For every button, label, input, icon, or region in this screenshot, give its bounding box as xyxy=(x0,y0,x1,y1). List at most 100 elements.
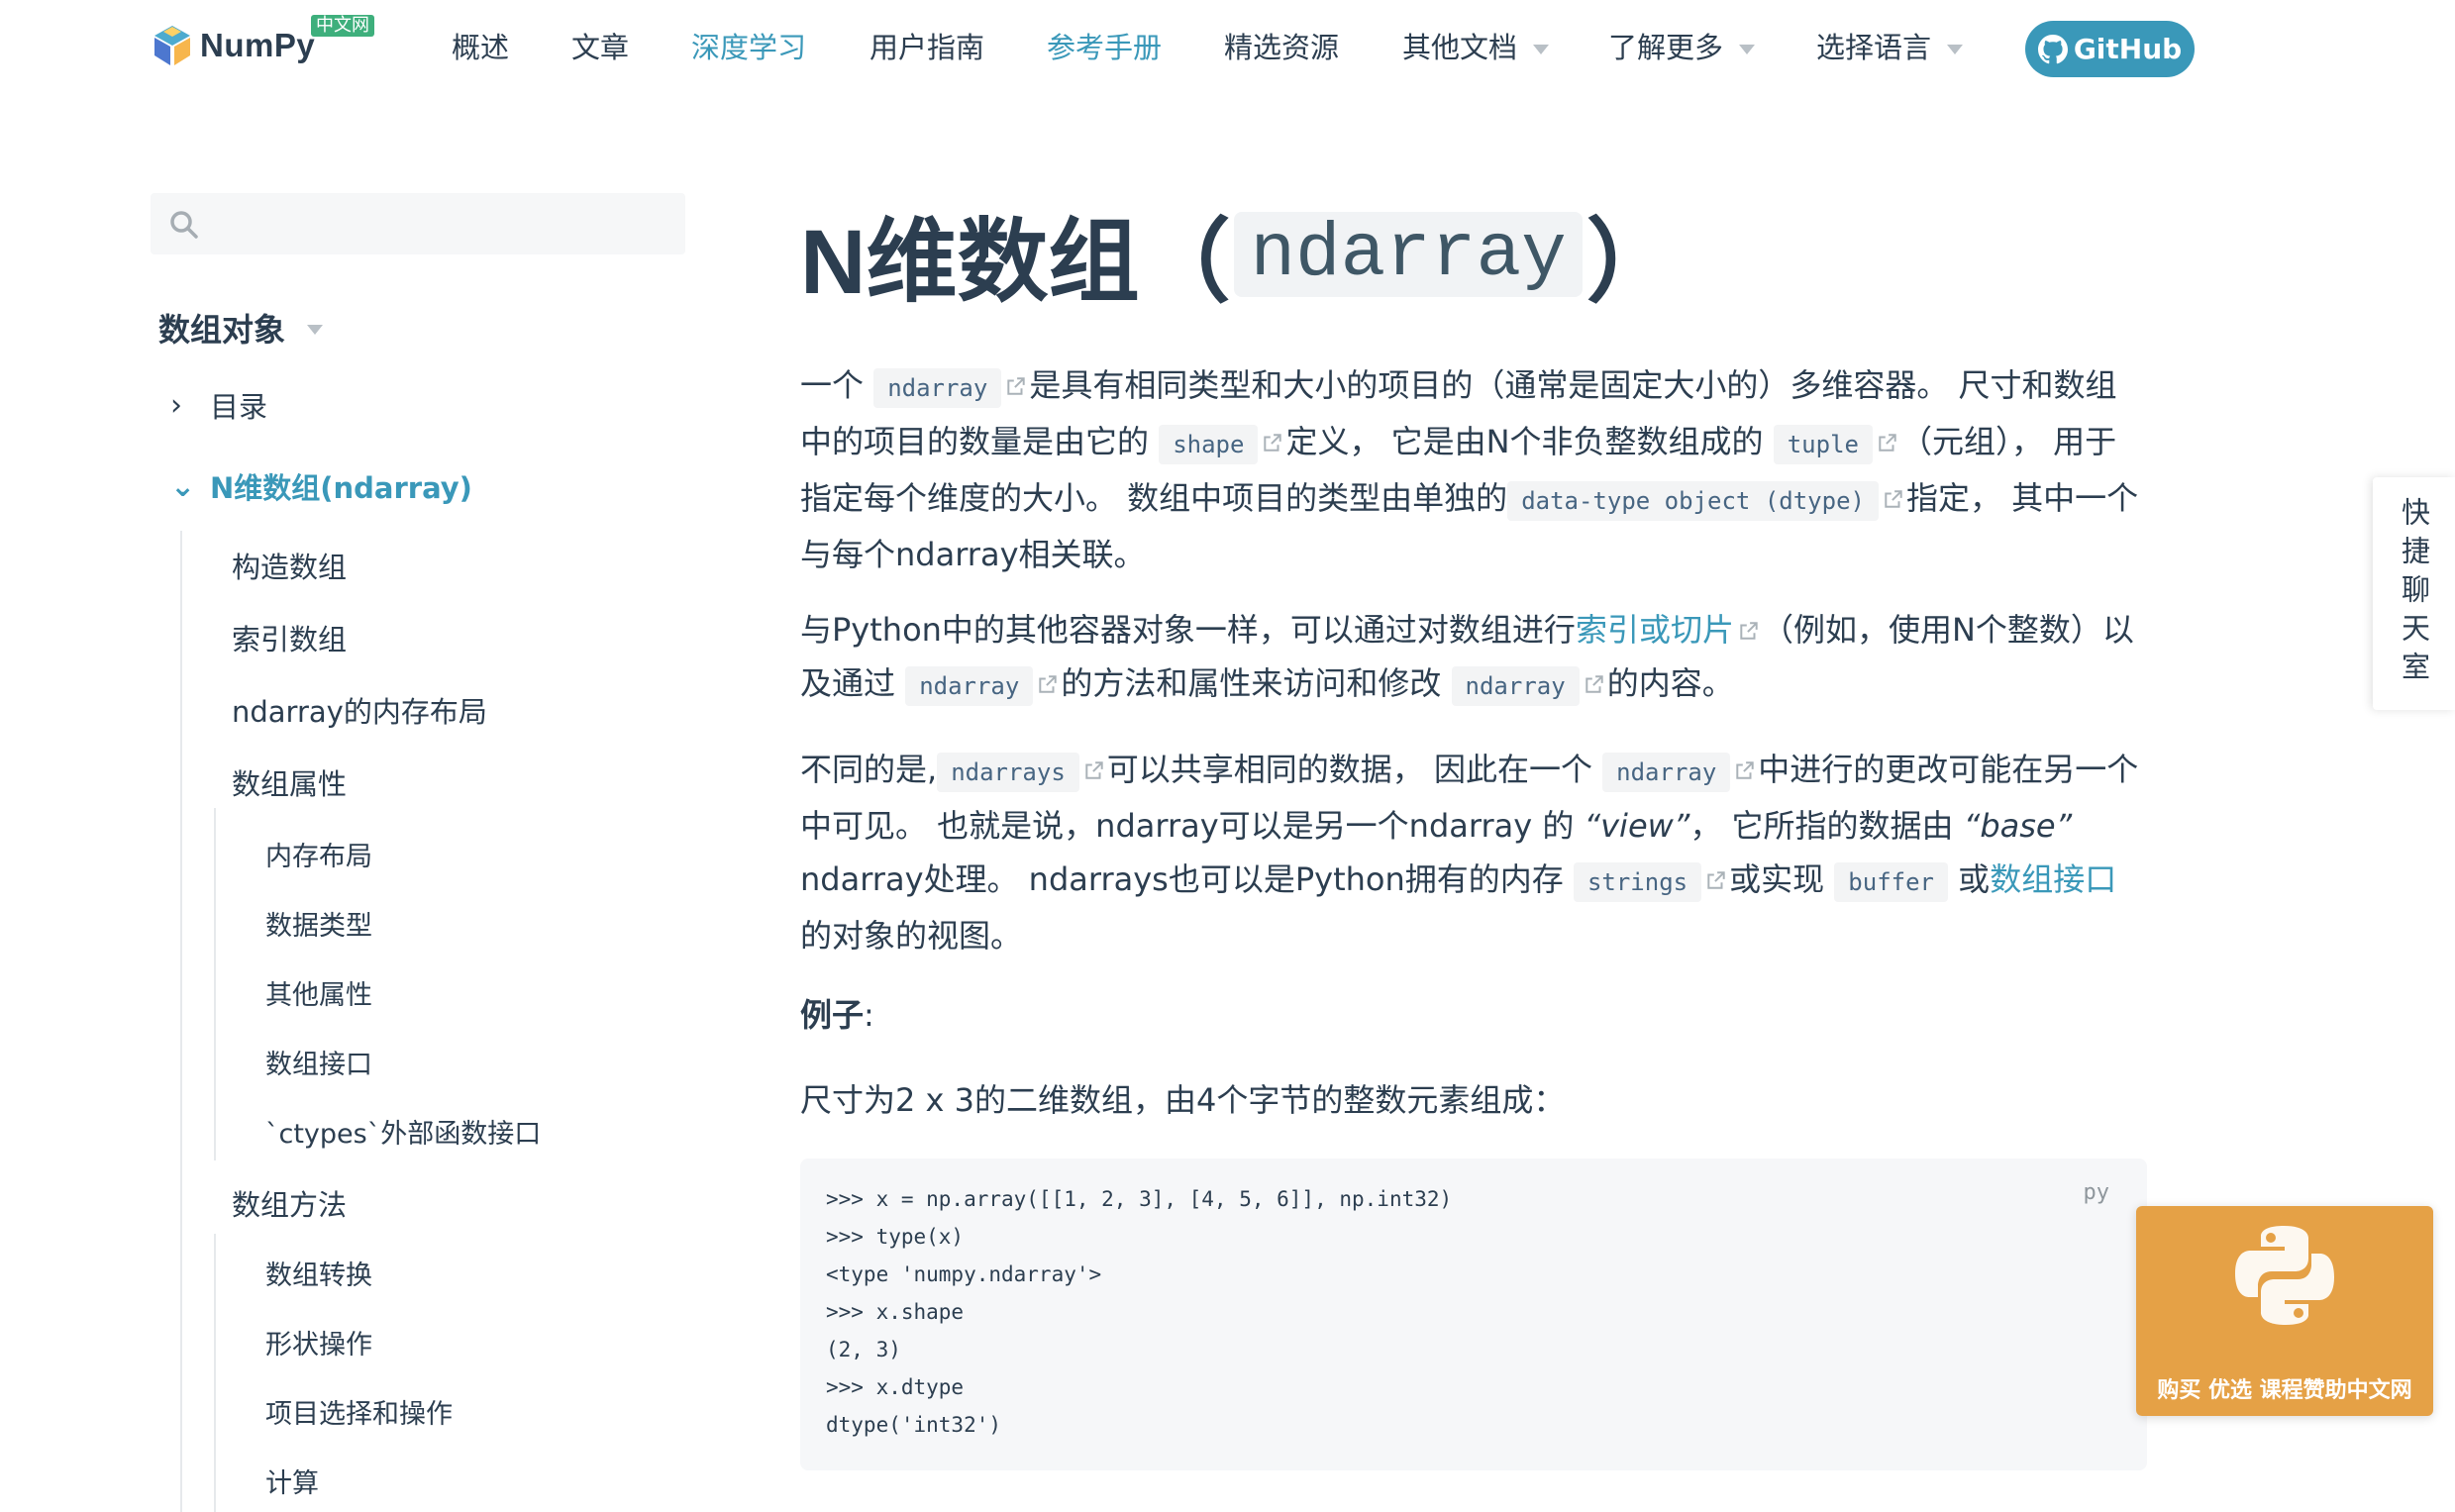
chevron-right-icon: › xyxy=(170,387,182,423)
nav-label: 用户指南 xyxy=(869,31,985,64)
github-button[interactable]: GitHub xyxy=(2025,21,2195,77)
text: 的对象的视图。 xyxy=(800,917,1023,955)
external-link-icon xyxy=(1707,871,1725,889)
sidebar-item-construct[interactable]: 构造数组 xyxy=(232,545,347,586)
inline-code-link[interactable]: strings xyxy=(1573,862,1702,902)
nav-label: 了解更多 xyxy=(1608,31,1724,64)
text: 的内容。 xyxy=(1606,664,1734,702)
title-code: ndarray xyxy=(1234,211,1583,297)
sidebar-group-array-objects[interactable]: 数组对象 xyxy=(158,305,324,351)
github-label: GitHub xyxy=(2073,33,2183,65)
example-label: 例子 xyxy=(800,996,865,1034)
inline-code-link[interactable]: ndarray xyxy=(905,666,1034,706)
sidebar-subitem-calculation[interactable]: 计算 xyxy=(265,1462,319,1500)
code-lines: >>> x = np.array([[1, 2, 3], [4, 5, 6]],… xyxy=(826,1180,1452,1444)
paragraph-intro: 一个 ndarray 是具有相同类型和大小的项目的（通常是固定大小的）多维容器。 … xyxy=(800,358,2147,581)
text: 不同的是, xyxy=(800,751,938,788)
sidebar-subitem-shape-ops[interactable]: 形状操作 xyxy=(265,1323,372,1361)
nav-language[interactable]: 选择语言 xyxy=(1816,28,1964,67)
tree-line xyxy=(180,531,182,1512)
text: ， 它所指的数据由 xyxy=(1689,807,1954,845)
search-input[interactable] xyxy=(212,203,667,245)
nav-label: 选择语言 xyxy=(1816,31,1932,64)
sidebar-subitem-other-attrs[interactable]: 其他属性 xyxy=(265,973,372,1012)
chevron-down-icon: ⌄ xyxy=(170,468,196,504)
title-text: ） xyxy=(1586,212,1678,313)
code-line: >>> x.shape xyxy=(826,1300,965,1324)
nav-learn-more[interactable]: 了解更多 xyxy=(1608,28,1756,67)
code-language-label: py xyxy=(2083,1180,2110,1205)
emphasis: “view” xyxy=(1584,807,1690,845)
caret-down-icon xyxy=(307,325,324,335)
sidebar-item-methods[interactable]: 数组方法 xyxy=(232,1182,347,1224)
text: 或 xyxy=(1958,860,1991,898)
link-indexing[interactable]: 索引或切片 xyxy=(1576,611,1734,649)
top-navbar: NumPy 中文网 概述 文章 深度学习 用户指南 参考手册 精选资源 其他文档… xyxy=(0,0,2455,99)
text: 的方法和属性来访问和修改 xyxy=(1061,664,1442,702)
caret-down-icon xyxy=(1947,45,1964,54)
external-link-icon xyxy=(1039,675,1058,693)
sidebar-subitem-dtype[interactable]: 数据类型 xyxy=(265,904,372,943)
sidebar-item-attributes[interactable]: 数组属性 xyxy=(232,761,347,803)
title-text: N维数组（ xyxy=(800,212,1231,313)
sidebar-subitem-selection[interactable]: 项目选择和操作 xyxy=(265,1392,453,1431)
paragraph-views: 不同的是, ndarrays 可以共享相同的数据， 因此在一个 ndarray 中进行… xyxy=(800,743,2147,962)
tree-line xyxy=(214,1234,216,1512)
link-array-interface[interactable]: 数组接口 xyxy=(1990,860,2116,898)
brand-name: NumPy xyxy=(200,27,316,63)
external-link-icon xyxy=(1007,377,1026,395)
emphasis: “base” xyxy=(1963,807,2073,845)
code-line: (2, 3) xyxy=(826,1338,901,1361)
code-line: dtype('int32') xyxy=(826,1413,1002,1437)
nav-deep-learning[interactable]: 深度学习 xyxy=(691,28,806,67)
python-logo-icon xyxy=(2235,1226,2334,1325)
nav-label: 概述 xyxy=(452,31,510,64)
chat-tab-label: 快捷聊天室 xyxy=(2397,497,2431,690)
inline-code-link[interactable]: shape xyxy=(1159,425,1259,464)
external-link-icon xyxy=(1736,761,1754,779)
numpy-logo[interactable]: NumPy 中文网 xyxy=(151,15,374,69)
sidebar-item-indexing[interactable]: 索引数组 xyxy=(232,617,347,658)
nav-other-docs[interactable]: 其他文档 xyxy=(1402,28,1550,67)
sidebar-subitem-array-interface[interactable]: 数组接口 xyxy=(265,1043,372,1081)
code-line: >>> x = np.array([[1, 2, 3], [4, 5, 6]],… xyxy=(826,1187,1453,1211)
sidebar-group-title: 数组对象 xyxy=(158,311,286,349)
toc-label: 目录 xyxy=(210,390,268,424)
text: 一个 xyxy=(800,366,865,404)
inline-code-link[interactable]: ndarray xyxy=(1451,666,1580,706)
inline-code-link[interactable]: ndarrays xyxy=(937,753,1079,792)
sidebar-item-memory-layout[interactable]: ndarray的内存布局 xyxy=(232,689,487,731)
sidebar-subitem-ctypes[interactable]: `ctypes`外部函数接口 xyxy=(265,1112,541,1151)
external-link-icon xyxy=(1885,490,1902,508)
external-link-icon xyxy=(1264,434,1282,452)
toc-label: N维数组(ndarray) xyxy=(210,471,472,505)
search-box[interactable] xyxy=(151,193,685,254)
toc-item-contents[interactable]: › 目录 xyxy=(170,384,267,426)
inline-code-link[interactable]: data-type object (dtype) xyxy=(1507,481,1879,521)
caret-down-icon xyxy=(1739,45,1756,54)
sidebar-subitem-memory[interactable]: 内存布局 xyxy=(265,835,372,873)
sponsor-ad-card[interactable]: 购买 优选 课程赞助中文网 xyxy=(2136,1206,2433,1416)
code-line: <type 'numpy.ndarray'> xyxy=(826,1262,1102,1286)
external-link-icon xyxy=(1085,761,1103,779)
external-link-icon xyxy=(1879,434,1896,452)
nav-resources[interactable]: 精选资源 xyxy=(1224,28,1339,67)
nav-label: 参考手册 xyxy=(1047,31,1163,64)
nav-articles[interactable]: 文章 xyxy=(571,28,629,67)
ad-text: 购买 优选 课程赞助中文网 xyxy=(2157,1378,2412,1403)
example-description: 尺寸为2 x 3的二维数组，由4个字节的整数元素组成： xyxy=(800,1081,1566,1119)
inline-code-link[interactable]: tuple xyxy=(1773,425,1873,464)
inline-code-link[interactable]: ndarray xyxy=(873,368,1002,408)
inline-code-link[interactable]: ndarray xyxy=(1602,753,1731,792)
nav-user-guide[interactable]: 用户指南 xyxy=(869,28,984,67)
text: 与Python中的其他容器对象一样，可以通过对数组进行 xyxy=(800,611,1576,649)
sidebar-subitem-conversion[interactable]: 数组转换 xyxy=(265,1254,372,1292)
nav-label: 精选资源 xyxy=(1224,31,1340,64)
github-icon xyxy=(2037,34,2068,63)
code-line: >>> type(x) xyxy=(826,1225,965,1249)
quick-chat-tab[interactable]: 快捷聊天室 xyxy=(2373,477,2455,710)
nav-overview[interactable]: 概述 xyxy=(452,28,509,67)
nav-label: 深度学习 xyxy=(691,31,807,64)
nav-reference[interactable]: 参考手册 xyxy=(1047,28,1162,67)
toc-item-ndarray[interactable]: ⌄ N维数组(ndarray) xyxy=(170,465,472,507)
